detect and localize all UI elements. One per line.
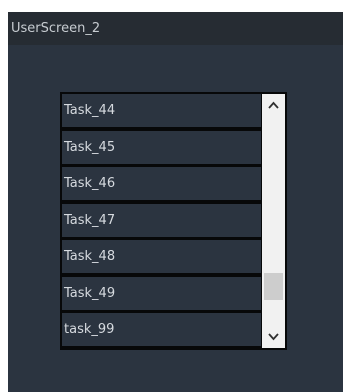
list-item-task-47[interactable]: Task_47 xyxy=(62,204,261,237)
chevron-up-icon xyxy=(268,101,279,109)
chevron-down-icon xyxy=(268,333,279,341)
scroll-down-button[interactable] xyxy=(262,326,285,348)
list-item-task-45[interactable]: Task_45 xyxy=(62,131,261,164)
window-title-bar[interactable]: UserScreen_2 xyxy=(8,12,343,45)
list-item-task-46[interactable]: Task_46 xyxy=(62,167,261,200)
vertical-scrollbar[interactable] xyxy=(262,94,285,348)
scroll-up-button[interactable] xyxy=(262,94,285,116)
task-list[interactable]: Task_44 Task_45 Task_46 Task_47 Task_48 … xyxy=(60,92,287,350)
list-item-task-44[interactable]: Task_44 xyxy=(62,94,261,127)
list-item-task-48[interactable]: Task_48 xyxy=(62,240,261,273)
user-screen-window: UserScreen_2 Task_44 Task_45 Task_46 Tas… xyxy=(8,12,343,392)
window-title: UserScreen_2 xyxy=(11,21,101,36)
task-list-items: Task_44 Task_45 Task_46 Task_47 Task_48 … xyxy=(62,94,261,348)
list-item-task-99[interactable]: task_99 xyxy=(62,313,261,346)
scrollbar-thumb[interactable] xyxy=(264,273,283,300)
list-item-task-49[interactable]: Task_49 xyxy=(62,277,261,310)
